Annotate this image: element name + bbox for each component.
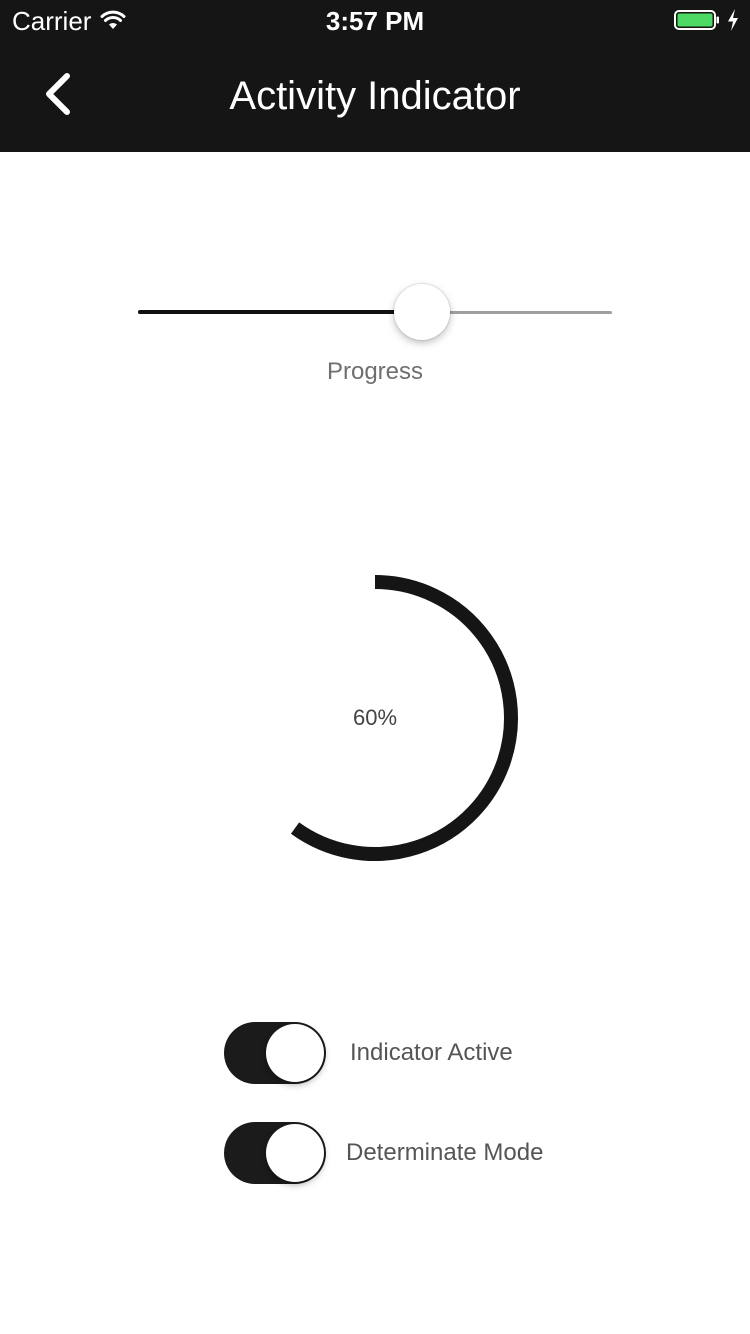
page-title: Activity Indicator	[229, 74, 521, 118]
progress-percent-label: 60%	[352, 705, 398, 730]
navigation-bar: Activity Indicator	[0, 40, 750, 152]
toggle-knob	[266, 1124, 324, 1182]
indicator-active-label: Indicator Active	[350, 1039, 513, 1066]
charging-bolt-icon	[728, 9, 738, 31]
slider-thumb[interactable]	[394, 284, 451, 340]
battery-icon	[674, 10, 719, 30]
progress-slider[interactable]	[138, 282, 612, 342]
determinate-mode-toggle[interactable]	[224, 1122, 326, 1184]
slider-fill	[138, 310, 423, 314]
status-bar: Carrier 3:57 PM	[0, 0, 750, 40]
indicator-active-toggle[interactable]	[224, 1022, 326, 1084]
toggle-knob	[266, 1024, 324, 1082]
determinate-mode-row: Determinate Mode	[224, 1122, 564, 1186]
slider-label: Progress	[326, 358, 424, 385]
determinate-mode-label: Determinate Mode	[346, 1139, 544, 1166]
activity-indicator-screen: Carrier 3:57 PM Activity Indicator Progr…	[0, 0, 750, 1334]
status-time: 3:57 PM	[325, 6, 425, 36]
header: Carrier 3:57 PM Activity Indicator	[0, 0, 750, 152]
indicator-active-row: Indicator Active	[224, 1022, 544, 1086]
